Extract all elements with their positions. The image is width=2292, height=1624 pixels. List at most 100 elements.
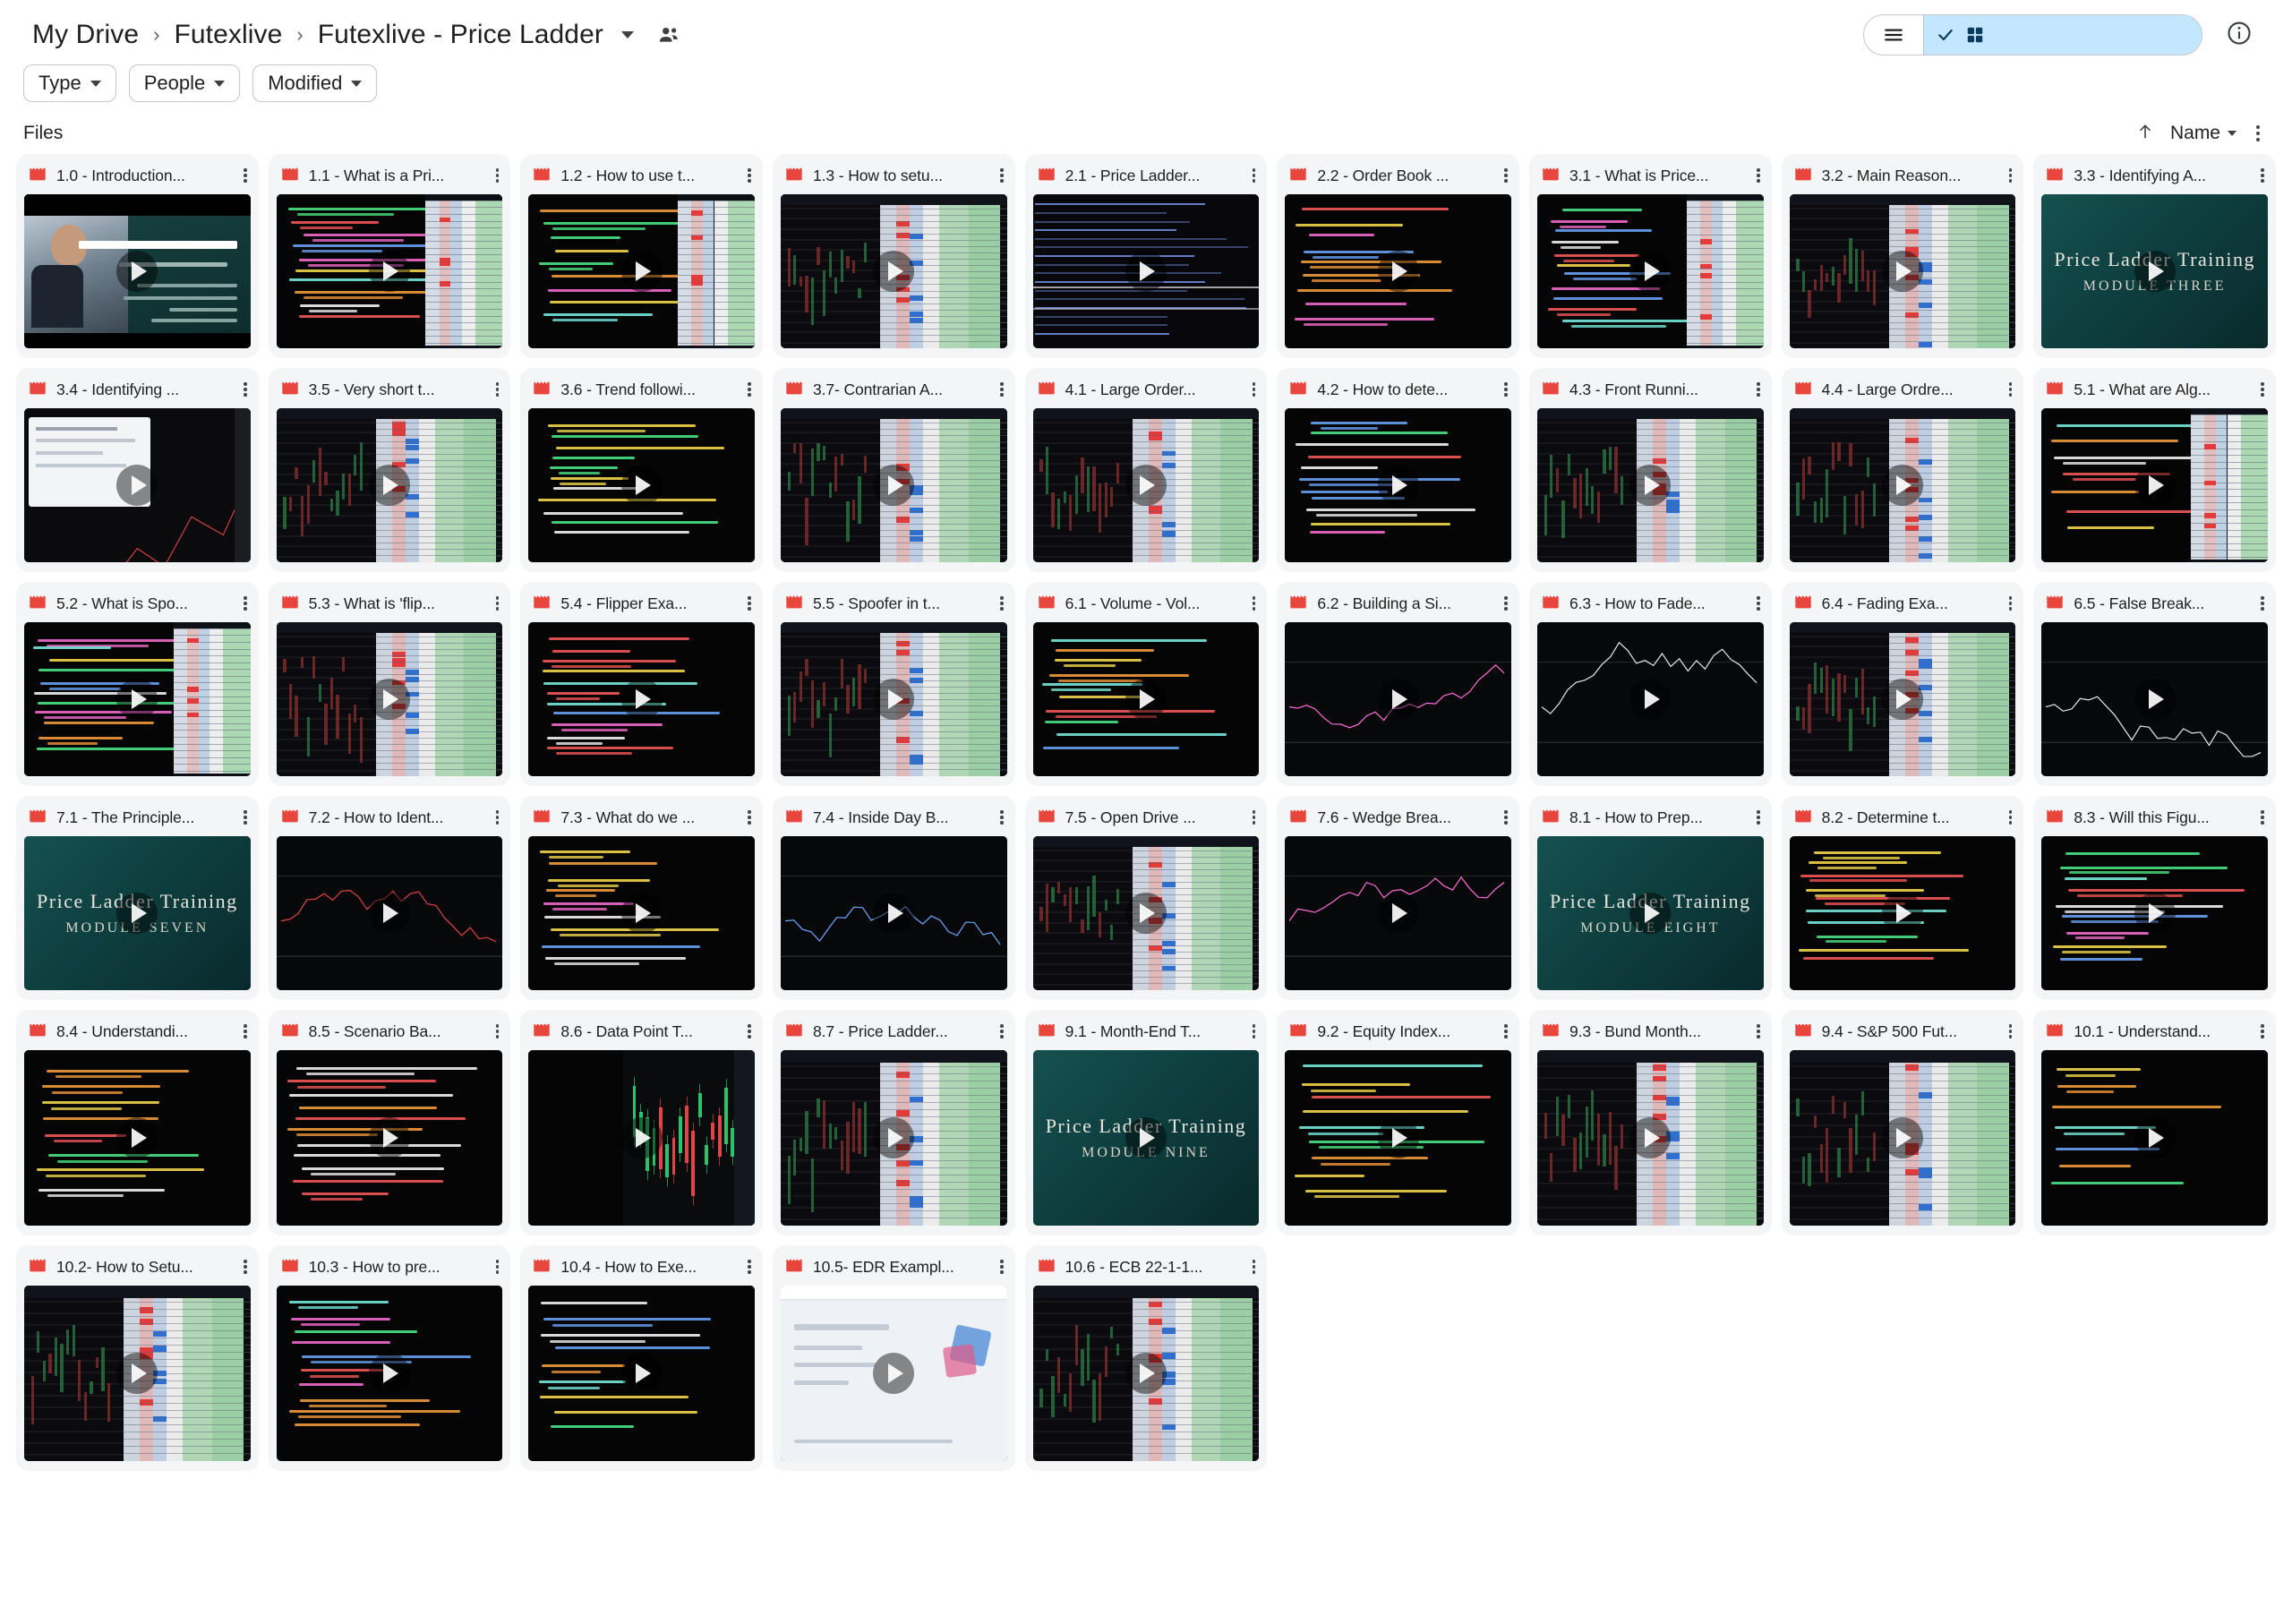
file-card-more-options-icon[interactable] bbox=[494, 380, 501, 399]
breadcrumb-item-current-folder[interactable]: Futexlive - Price Ladder bbox=[309, 16, 612, 54]
file-card-more-options-icon[interactable] bbox=[1502, 380, 1509, 399]
file-card[interactable]: 10.2- How to Setu... bbox=[16, 1245, 259, 1471]
file-thumbnail[interactable] bbox=[780, 622, 1007, 776]
play-button-icon[interactable] bbox=[116, 1353, 158, 1394]
file-card-more-options-icon[interactable] bbox=[2007, 808, 2014, 827]
play-button-icon[interactable] bbox=[116, 679, 158, 720]
file-thumbnail[interactable] bbox=[1789, 1050, 2016, 1226]
file-card-more-options-icon[interactable] bbox=[746, 1021, 753, 1041]
file-thumbnail[interactable] bbox=[2041, 408, 2268, 562]
file-card[interactable]: 8.5 - Scenario Ba... bbox=[268, 1010, 511, 1235]
file-card[interactable]: 10.5- EDR Exampl... bbox=[772, 1245, 1015, 1471]
play-button-icon[interactable] bbox=[1881, 893, 1923, 934]
file-card[interactable]: 3.7- Contrarian A... bbox=[772, 368, 1015, 572]
file-thumbnail[interactable] bbox=[276, 622, 503, 776]
play-button-icon[interactable] bbox=[2134, 465, 2176, 506]
play-button-icon[interactable] bbox=[873, 465, 915, 506]
play-button-icon[interactable] bbox=[873, 1117, 915, 1158]
file-card-more-options-icon[interactable] bbox=[242, 594, 249, 613]
file-thumbnail[interactable] bbox=[24, 622, 251, 776]
play-button-icon[interactable] bbox=[2134, 893, 2176, 934]
chevron-down-icon[interactable] bbox=[620, 31, 634, 38]
play-button-icon[interactable] bbox=[368, 893, 410, 934]
file-thumbnail[interactable] bbox=[528, 194, 755, 348]
play-button-icon[interactable] bbox=[1377, 893, 1419, 934]
file-card[interactable]: 1.2 - How to use t... bbox=[520, 154, 763, 358]
file-thumbnail[interactable] bbox=[1285, 836, 1511, 990]
file-thumbnail[interactable] bbox=[24, 408, 251, 562]
file-card-more-options-icon[interactable] bbox=[1755, 166, 1762, 185]
file-card-more-options-icon[interactable] bbox=[1251, 594, 1258, 613]
play-button-icon[interactable] bbox=[368, 251, 410, 292]
file-thumbnail[interactable] bbox=[780, 1050, 1007, 1226]
file-card-more-options-icon[interactable] bbox=[998, 594, 1005, 613]
play-button-icon[interactable] bbox=[1377, 1117, 1419, 1158]
play-button-icon[interactable] bbox=[1629, 251, 1672, 292]
file-card-more-options-icon[interactable] bbox=[1251, 166, 1258, 185]
play-button-icon[interactable] bbox=[116, 251, 158, 292]
file-card[interactable]: 6.2 - Building a Si... bbox=[1277, 582, 1519, 786]
file-card-more-options-icon[interactable] bbox=[1251, 380, 1258, 399]
file-card[interactable]: 3.1 - What is Price... bbox=[1528, 154, 1772, 358]
file-thumbnail[interactable] bbox=[780, 1286, 1007, 1461]
file-card[interactable]: 6.5 - False Break... bbox=[2033, 582, 2276, 786]
file-card[interactable]: 7.6 - Wedge Brea... bbox=[1277, 796, 1519, 1000]
file-thumbnail[interactable] bbox=[1285, 408, 1511, 562]
file-card-more-options-icon[interactable] bbox=[1755, 808, 1762, 827]
file-card-more-options-icon[interactable] bbox=[1502, 1021, 1509, 1041]
file-card-more-options-icon[interactable] bbox=[746, 380, 753, 399]
file-thumbnail[interactable] bbox=[1536, 622, 1764, 776]
file-card-more-options-icon[interactable] bbox=[998, 380, 1005, 399]
file-card[interactable]: 8.4 - Understandi... bbox=[16, 1010, 259, 1235]
file-card[interactable]: 2.1 - Price Ladder... bbox=[1024, 154, 1268, 358]
file-thumbnail[interactable] bbox=[528, 836, 755, 990]
file-thumbnail[interactable] bbox=[1032, 194, 1260, 348]
play-button-icon[interactable] bbox=[2134, 679, 2176, 720]
file-card[interactable]: 9.3 - Bund Month... bbox=[1528, 1010, 1772, 1235]
play-button-icon[interactable] bbox=[368, 465, 410, 506]
file-thumbnail[interactable]: Price Ladder Training Module Nine bbox=[1032, 1050, 1260, 1226]
file-card[interactable]: 2.2 - Order Book ... bbox=[1277, 154, 1519, 358]
file-card[interactable]: 5.4 - Flipper Exa... bbox=[520, 582, 763, 786]
view-toggle[interactable] bbox=[1863, 14, 2202, 56]
file-thumbnail[interactable] bbox=[1285, 1050, 1511, 1226]
play-button-icon[interactable] bbox=[1125, 1117, 1167, 1158]
file-thumbnail[interactable]: Price Ladder Training Module Three bbox=[2041, 194, 2268, 348]
file-thumbnail[interactable] bbox=[276, 1050, 503, 1226]
file-card[interactable]: 4.2 - How to dete... bbox=[1277, 368, 1519, 572]
file-thumbnail[interactable] bbox=[1536, 194, 1764, 348]
file-thumbnail[interactable] bbox=[24, 1286, 251, 1461]
file-card-more-options-icon[interactable] bbox=[1251, 808, 1258, 827]
file-card-more-options-icon[interactable] bbox=[2007, 380, 2014, 399]
file-thumbnail[interactable] bbox=[528, 622, 755, 776]
file-card[interactable]: 3.5 - Very short t... bbox=[268, 368, 511, 572]
file-card[interactable]: 9.4 - S&P 500 Fut... bbox=[1781, 1010, 2024, 1235]
file-card-more-options-icon[interactable] bbox=[242, 380, 249, 399]
file-thumbnail[interactable] bbox=[276, 194, 503, 348]
file-thumbnail[interactable] bbox=[1536, 408, 1764, 562]
play-button-icon[interactable] bbox=[368, 1353, 410, 1394]
play-button-icon[interactable] bbox=[873, 1353, 915, 1394]
file-card[interactable]: 4.3 - Front Runni... bbox=[1528, 368, 1772, 572]
play-button-icon[interactable] bbox=[620, 465, 663, 506]
play-button-icon[interactable] bbox=[620, 679, 663, 720]
file-card[interactable]: 10.6 - ECB 22-1-1... bbox=[1024, 1245, 1268, 1471]
file-card-more-options-icon[interactable] bbox=[2259, 166, 2266, 185]
play-button-icon[interactable] bbox=[1629, 893, 1672, 934]
play-button-icon[interactable] bbox=[620, 251, 663, 292]
file-thumbnail[interactable] bbox=[276, 408, 503, 562]
play-button-icon[interactable] bbox=[873, 251, 915, 292]
file-card[interactable]: 7.5 - Open Drive ... bbox=[1024, 796, 1268, 1000]
file-card-more-options-icon[interactable] bbox=[2007, 594, 2014, 613]
play-button-icon[interactable] bbox=[1881, 679, 1923, 720]
file-card[interactable]: 5.5 - Spoofer in t... bbox=[772, 582, 1015, 786]
file-card[interactable]: 6.4 - Fading Exa... bbox=[1781, 582, 2024, 786]
file-thumbnail[interactable] bbox=[1285, 194, 1511, 348]
file-card[interactable]: 7.4 - Inside Day B... bbox=[772, 796, 1015, 1000]
file-card[interactable]: 4.1 - Large Order... bbox=[1024, 368, 1268, 572]
file-card-more-options-icon[interactable] bbox=[1755, 594, 1762, 613]
file-card[interactable]: 8.1 - How to Prep... Price Ladder Trainin… bbox=[1528, 796, 1772, 1000]
file-card[interactable]: 1.0 - Introduction... bbox=[16, 154, 259, 358]
file-thumbnail[interactable] bbox=[1789, 194, 2016, 348]
file-card-more-options-icon[interactable] bbox=[746, 594, 753, 613]
